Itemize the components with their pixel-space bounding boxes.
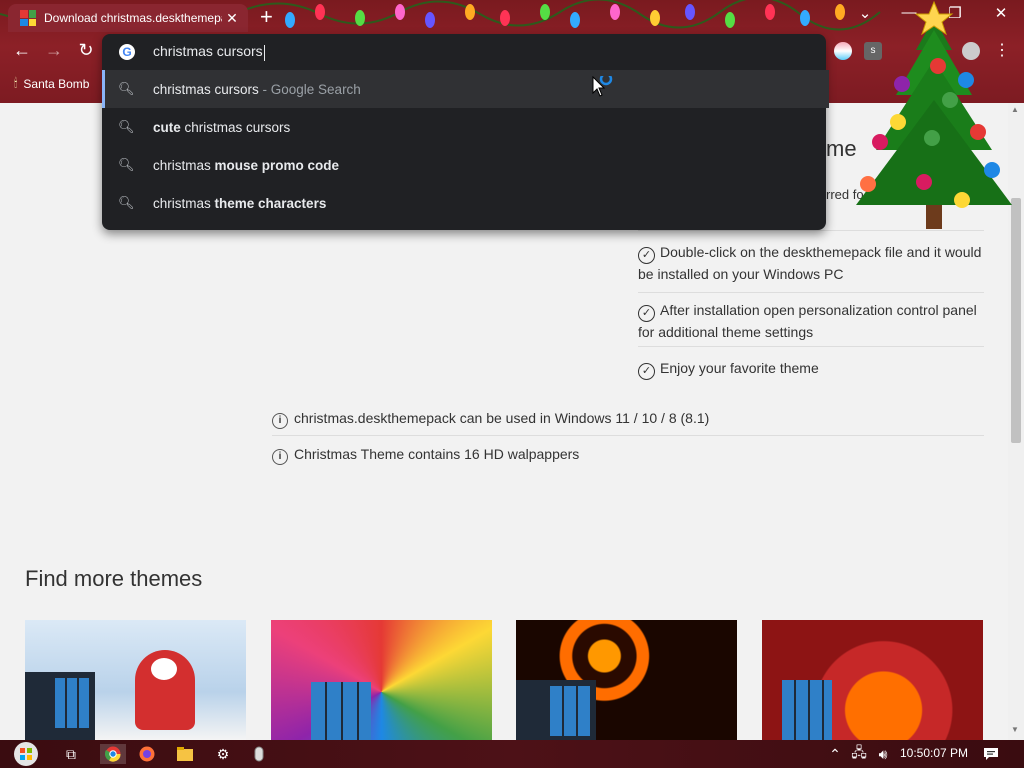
theme-thumbnail-halloween[interactable] [516, 620, 737, 740]
reload-icon[interactable]: ↻ [74, 40, 98, 61]
info-icon: i [272, 413, 288, 429]
new-tab-icon[interactable]: + [260, 6, 273, 28]
volume-icon[interactable]: 🔊︎ [872, 744, 894, 764]
tab-close-icon[interactable]: ✕ [222, 10, 242, 27]
scroll-down-icon[interactable]: ▼ [1011, 725, 1019, 734]
step-item: ✓ After installation open personalization… [638, 302, 977, 340]
system-clock[interactable]: 10:50:07 PM [900, 746, 968, 760]
info-row: i christmas.deskthemepack can be used in … [272, 410, 709, 429]
show-hidden-icons[interactable]: ⌃ [824, 744, 846, 764]
info-row: i Christmas Theme contains 16 HD walpappe… [272, 446, 579, 465]
omnibox-dropdown: G christmas cursors 🔍︎ christmas cursors… [102, 34, 829, 230]
settings-gear-icon[interactable]: ⚙ [212, 744, 234, 764]
firefox-taskbar-icon[interactable] [136, 744, 158, 764]
file-explorer-icon[interactable] [174, 744, 196, 764]
back-icon[interactable]: ← [10, 40, 34, 61]
bookmark-label: Santa Bomb [23, 76, 90, 91]
theme-thumbnail-santa[interactable] [25, 620, 246, 740]
suggestion-item[interactable]: 🔍︎ christmas cursors - Google Search [102, 70, 829, 108]
tab-title: Download christmas.deskthemepack [44, 11, 222, 25]
check-icon: ✓ [638, 305, 655, 322]
find-more-heading: Find more themes [25, 566, 203, 591]
search-icon: 🔍︎ [118, 157, 135, 172]
divider [272, 435, 984, 436]
mouse-app-icon[interactable] [248, 744, 270, 764]
active-tab[interactable]: Download christmas.deskthemepack ✕ [8, 4, 248, 32]
theme-thumbnail-pumpkin[interactable] [762, 620, 983, 740]
suggestion-item[interactable]: 🔍︎ christmas mouse promo code [102, 146, 826, 184]
chrome-taskbar-icon[interactable] [100, 744, 126, 764]
bookmark-item[interactable]: 🕯 Santa Bomb [14, 76, 89, 91]
task-view-icon[interactable]: ⧉ [60, 744, 82, 764]
google-icon: G [119, 44, 135, 60]
search-icon: 🔍︎ [118, 81, 135, 96]
network-icon[interactable]: 🖧︎ [848, 744, 870, 764]
info-icon: i [272, 449, 288, 465]
bookmark-favicon-icon: 🕯 [14, 76, 18, 90]
divider [638, 346, 984, 347]
notifications-icon[interactable] [980, 744, 1002, 764]
text-caret [263, 44, 265, 61]
search-icon: 🔍︎ [118, 195, 135, 210]
christmas-tree-decoration [856, 0, 1012, 229]
suggestion-item[interactable]: 🔍︎ cute christmas cursors [102, 108, 826, 146]
start-button[interactable] [8, 740, 44, 768]
divider [638, 292, 984, 293]
forward-icon[interactable]: → [42, 40, 66, 61]
step-item: ✓ Double-click on the deskthemepack file … [638, 244, 982, 282]
mouse-cursor-icon [592, 76, 613, 97]
check-icon: ✓ [638, 363, 655, 380]
suggestion-item[interactable]: 🔍︎ christmas theme characters [102, 184, 826, 222]
omnibox-text: christmas cursors [153, 43, 263, 60]
check-icon: ✓ [638, 247, 655, 264]
omnibox-input[interactable]: G christmas cursors [102, 34, 826, 70]
step-item: ✓ Enjoy your favorite theme [638, 358, 984, 380]
search-icon: 🔍︎ [118, 119, 135, 134]
theme-thumbnail-holi[interactable] [271, 620, 492, 740]
favicon-icon [20, 10, 36, 26]
